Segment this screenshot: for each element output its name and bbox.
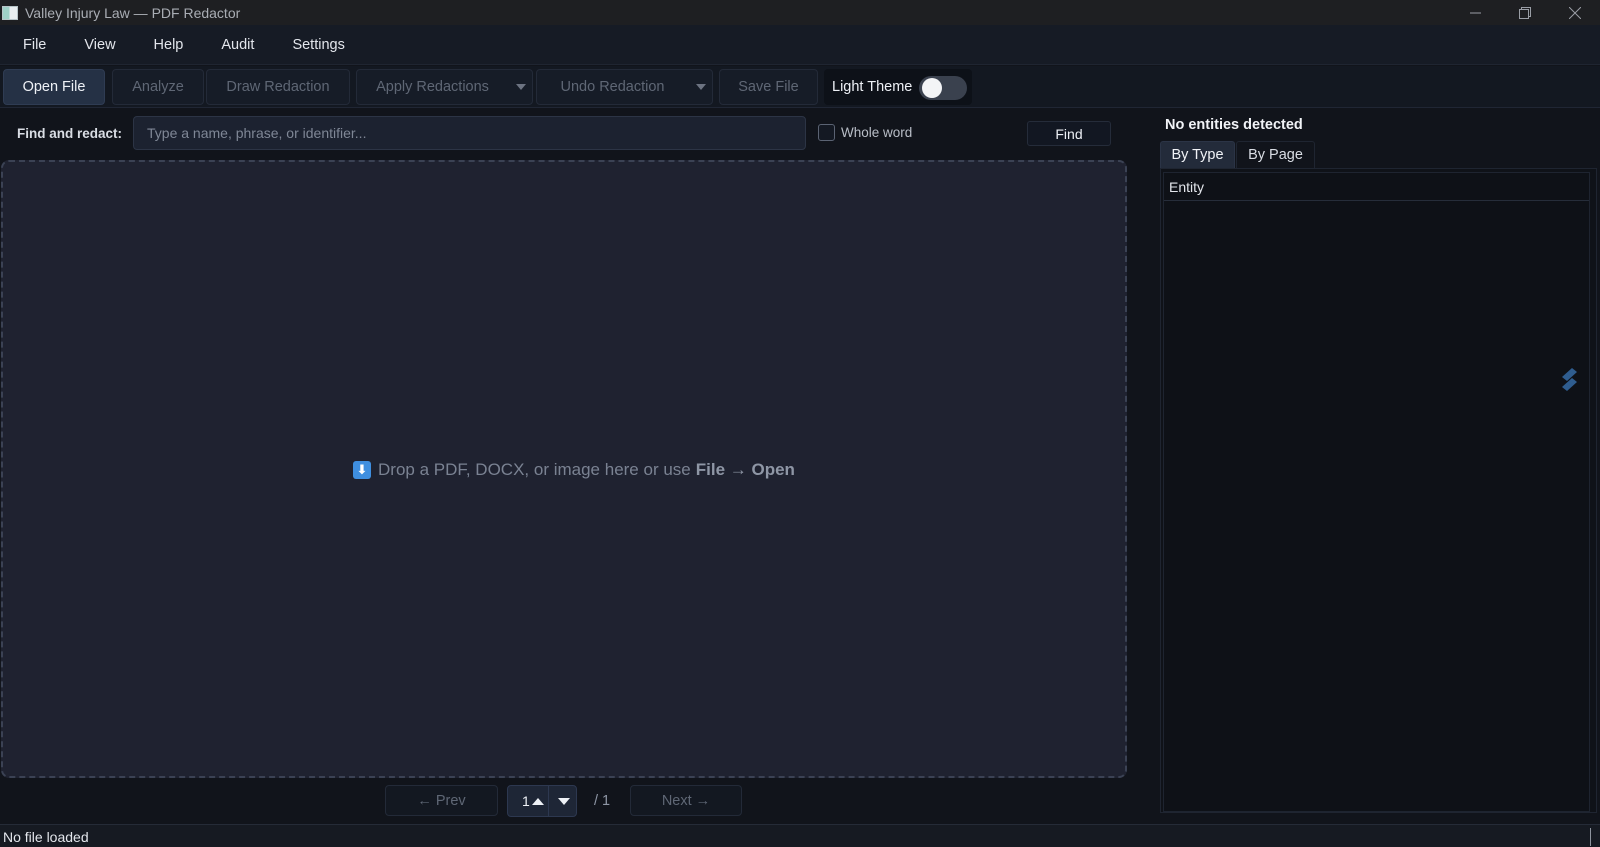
status-bar: No file loaded xyxy=(0,824,1600,847)
entities-title: No entities detected xyxy=(1165,117,1303,133)
restore-button[interactable] xyxy=(1500,0,1550,25)
close-button[interactable] xyxy=(1550,0,1600,25)
minimize-button[interactable] xyxy=(1450,0,1500,25)
light-theme-toggle[interactable] xyxy=(919,76,967,100)
tab-by-page[interactable]: By Page xyxy=(1236,141,1315,168)
whole-word-label: Whole word xyxy=(841,125,913,140)
chevron-down-icon[interactable] xyxy=(516,84,526,90)
minimize-icon xyxy=(1469,12,1481,14)
drop-zone-hint: ⬇ Drop a PDF, DOCX, or image here or use… xyxy=(353,460,795,480)
apply-redactions-button[interactable]: Apply Redactions xyxy=(356,69,533,105)
menu-view[interactable]: View xyxy=(65,25,134,65)
window-title: Valley Injury Law — PDF Redactor xyxy=(25,4,241,21)
draw-redaction-button[interactable]: Draw Redaction xyxy=(206,69,350,105)
whole-word-option[interactable]: Whole word xyxy=(818,124,912,141)
whole-word-checkbox[interactable] xyxy=(818,124,835,141)
find-label: Find and redact: xyxy=(17,126,123,141)
menu-settings[interactable]: Settings xyxy=(273,25,363,65)
status-text: No file loaded xyxy=(3,829,89,845)
menu-bar: File View Help Audit Settings xyxy=(0,25,1600,65)
menu-audit[interactable]: Audit xyxy=(202,25,273,65)
app-icon xyxy=(2,5,18,20)
download-arrow-icon: ⬇ xyxy=(353,461,371,479)
close-icon xyxy=(1569,6,1581,19)
window-controls xyxy=(1450,0,1600,25)
spin-divider xyxy=(548,786,549,816)
spin-down-icon[interactable] xyxy=(558,798,570,805)
chevron-down-icon[interactable] xyxy=(696,84,706,90)
open-file-button[interactable]: Open File xyxy=(3,69,105,105)
prev-page-button[interactable]: ← Prev xyxy=(385,785,498,816)
spin-up-icon[interactable] xyxy=(532,798,544,805)
restore-icon xyxy=(1519,6,1531,19)
tab-by-type[interactable]: By Type xyxy=(1160,141,1235,168)
menu-help[interactable]: Help xyxy=(135,25,203,65)
find-button[interactable]: Find xyxy=(1027,121,1111,146)
light-theme-label: Light Theme xyxy=(832,79,913,95)
page-total: / 1 xyxy=(594,793,611,809)
page-spinbox[interactable]: 1 xyxy=(507,785,577,817)
menu-file[interactable]: File xyxy=(4,25,65,65)
drop-hint-emphasis: File → Open xyxy=(695,460,795,479)
analyze-button[interactable]: Analyze xyxy=(112,69,204,105)
status-separator xyxy=(1590,828,1591,846)
toggle-knob xyxy=(922,78,942,98)
find-input[interactable] xyxy=(133,116,806,150)
page-number[interactable]: 1 xyxy=(522,793,530,809)
entity-list[interactable]: Entity xyxy=(1163,172,1590,812)
splitter-handle-icon[interactable] xyxy=(1556,365,1582,395)
title-bar: Valley Injury Law — PDF Redactor xyxy=(0,0,1600,25)
save-file-button[interactable]: Save File xyxy=(719,69,818,105)
undo-redaction-button[interactable]: Undo Redaction xyxy=(536,69,713,105)
theme-toggle-group: Light Theme xyxy=(824,69,972,105)
next-page-button[interactable]: Next → xyxy=(630,785,742,816)
entity-column-header[interactable]: Entity xyxy=(1164,173,1589,201)
apply-redactions-label: Apply Redactions xyxy=(376,79,489,95)
drop-hint-text: Drop a PDF, DOCX, or image here or use xyxy=(378,460,691,479)
toolbar: Open File Analyze Draw Redaction Apply R… xyxy=(0,66,1600,108)
undo-redaction-label: Undo Redaction xyxy=(560,79,665,95)
